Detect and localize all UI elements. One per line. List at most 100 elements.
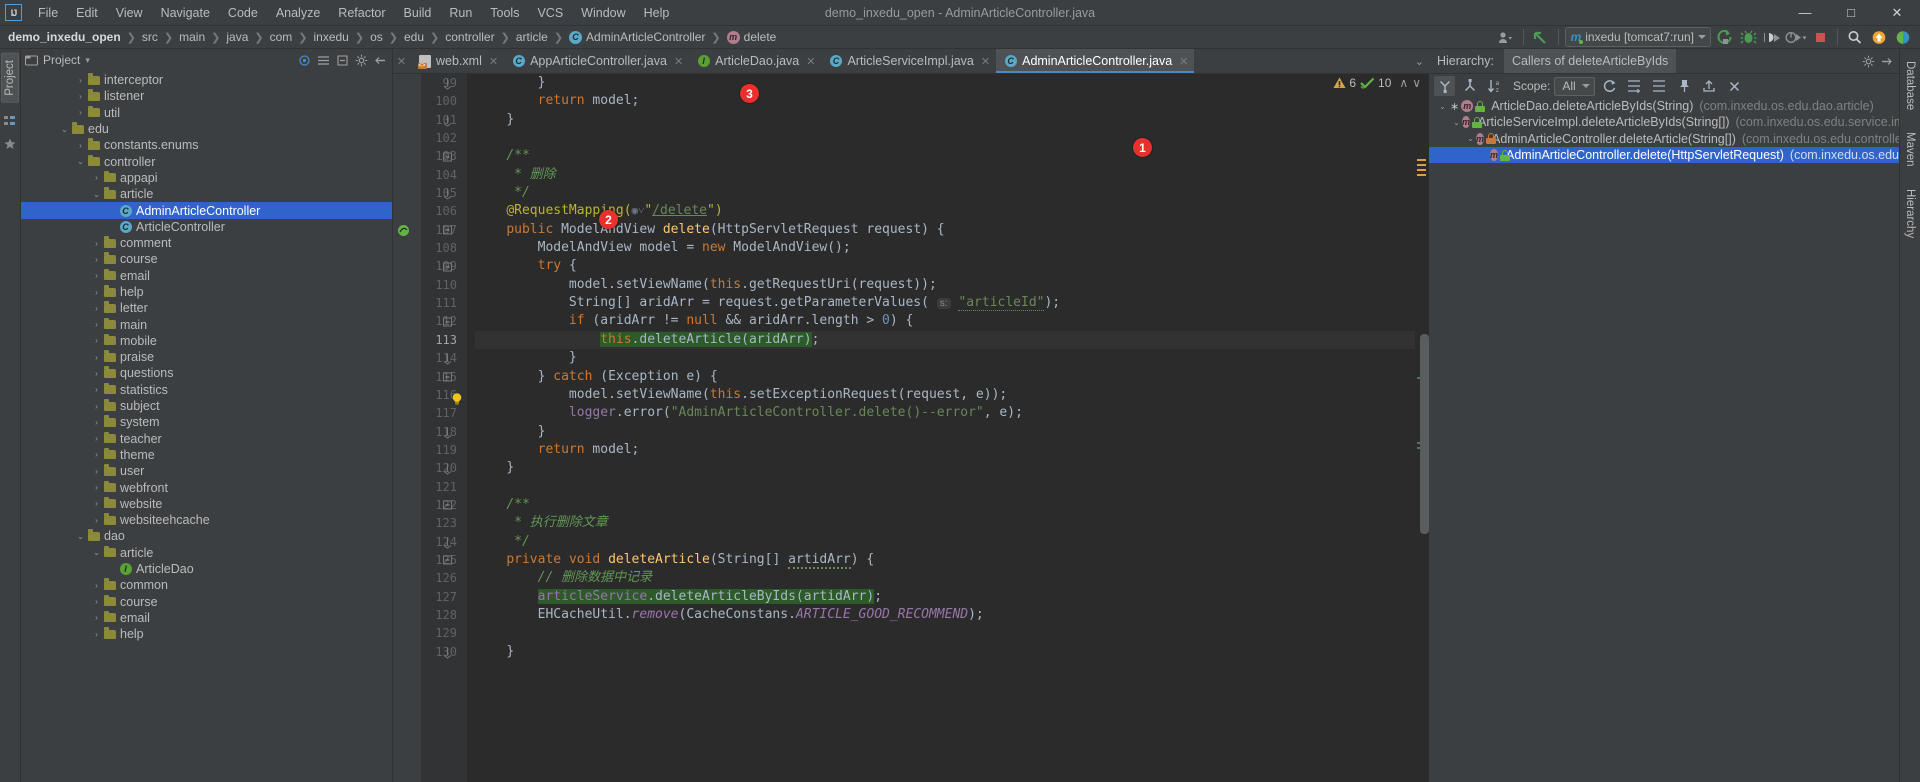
menu-tools[interactable]: Tools [481, 3, 528, 23]
tree-expander-icon[interactable]: › [91, 369, 102, 378]
fold-expanded-icon[interactable] [443, 225, 452, 235]
menu-navigate[interactable]: Navigate [152, 3, 219, 23]
hierarchy-tree-row[interactable]: ⌄ m ArticleServiceImpl.deleteArticleByIds(… [1429, 114, 1899, 130]
tree-expander-icon[interactable]: › [91, 402, 102, 411]
menu-window[interactable]: Window [572, 3, 634, 23]
collapse-all-icon[interactable] [315, 52, 331, 68]
fold-expanded-icon[interactable] [443, 500, 452, 510]
project-tree-row[interactable]: › help [21, 284, 392, 300]
project-tree-row[interactable]: ⌄ edu [21, 121, 392, 137]
fold-end-icon[interactable] [443, 115, 452, 127]
breadcrumb-os[interactable]: os [370, 30, 383, 44]
project-tree-row[interactable]: › course [21, 251, 392, 267]
tree-expander-icon[interactable]: ⌄ [91, 190, 102, 199]
pin-icon[interactable] [1674, 76, 1695, 96]
stop-icon[interactable] [1809, 27, 1831, 47]
sidebar-item-maven[interactable]: Maven [1902, 126, 1918, 173]
tree-expander-icon[interactable]: › [75, 76, 86, 85]
project-tree[interactable]: › interceptor › listener › util ⌄ edu › constants… [21, 71, 392, 782]
breadcrumb-project[interactable]: demo_inxedu_open [8, 30, 121, 44]
tab-web-xml[interactable]: web.xml ✕ [410, 49, 504, 73]
hide-icon[interactable] [1878, 53, 1894, 69]
fold-expanded-icon[interactable] [443, 555, 452, 565]
callees-hierarchy-icon[interactable] [1459, 76, 1480, 96]
refresh-icon[interactable] [1599, 76, 1620, 96]
tree-expander-icon[interactable]: ⌄ [1437, 102, 1448, 111]
breadcrumb-com[interactable]: com [270, 30, 293, 44]
settings-icon[interactable] [353, 52, 369, 68]
export-icon[interactable] [1699, 76, 1720, 96]
tab-article-dao[interactable]: I ArticleDao.java ✕ [689, 49, 821, 73]
project-tree-row[interactable]: › system [21, 414, 392, 430]
scope-selector[interactable]: All [1554, 76, 1595, 96]
run-icon[interactable] [1713, 27, 1735, 47]
close-icon[interactable] [1724, 76, 1745, 96]
menu-vcs[interactable]: VCS [528, 3, 572, 23]
project-tree-row[interactable]: › teacher [21, 431, 392, 447]
ok-count-badge[interactable]: 10 [1360, 76, 1391, 90]
tree-expander-icon[interactable]: › [91, 288, 102, 297]
close-icon[interactable]: ✕ [489, 55, 498, 68]
close-icon[interactable]: ✕ [806, 55, 815, 68]
intention-bulb-icon[interactable] [451, 392, 463, 409]
vertical-scrollbar-thumb[interactable] [1420, 334, 1429, 534]
breadcrumb-article[interactable]: article [516, 30, 548, 44]
favorites-icon[interactable] [4, 138, 16, 153]
breadcrumb-inxedu[interactable]: inxedu [313, 30, 348, 44]
tree-expander-icon[interactable]: › [75, 108, 86, 117]
menu-run[interactable]: Run [440, 3, 481, 23]
chevron-down-icon[interactable]: ▾ [85, 55, 90, 66]
tab-app-article-controller[interactable]: C AppArticleController.java ✕ [504, 49, 689, 73]
tree-expander-icon[interactable]: › [91, 597, 102, 606]
tab-overflow-button[interactable]: ⌄ [1415, 49, 1429, 73]
tab-close-left-icon[interactable]: ✕ [393, 49, 410, 73]
user-dropdown-icon[interactable] [1495, 27, 1517, 47]
error-stripe-markers[interactable] [1415, 74, 1429, 782]
project-tree-row[interactable]: › mobile [21, 333, 392, 349]
project-tree-row[interactable]: › main [21, 316, 392, 332]
project-tree-row[interactable]: › course [21, 594, 392, 610]
project-tree-row[interactable]: › appapi [21, 170, 392, 186]
tree-expander-icon[interactable]: › [91, 499, 102, 508]
tree-expander-icon[interactable]: › [75, 92, 86, 101]
hierarchy-tree-row[interactable]: ⌄ m AdminArticleController.deleteArticle(S… [1429, 131, 1899, 147]
breadcrumb-main[interactable]: main [179, 30, 205, 44]
close-icon[interactable]: ✕ [981, 55, 990, 68]
tree-expander-icon[interactable]: › [75, 141, 86, 150]
code-editor[interactable]: 6 10 ∧ ∨ 99 100 101 102 103 104 105 106 107 108 10… [393, 74, 1429, 782]
menu-build[interactable]: Build [395, 3, 441, 23]
project-tree-row[interactable]: › comment [21, 235, 392, 251]
search-icon[interactable] [1844, 27, 1866, 47]
tab-admin-article-controller[interactable]: C AdminArticleController.java ✕ [996, 49, 1195, 73]
tree-expander-icon[interactable]: ⌄ [91, 548, 102, 557]
warning-count-badge[interactable]: 6 [1333, 76, 1356, 90]
fold-expanded-icon[interactable] [443, 262, 452, 272]
tree-expander-icon[interactable]: ⌄ [1465, 134, 1476, 143]
breadcrumb-method[interactable]: m delete [726, 30, 776, 44]
project-tree-row[interactable]: ⌄ dao [21, 528, 392, 544]
debug-icon[interactable] [1737, 27, 1759, 47]
tree-expander-icon[interactable]: › [91, 320, 102, 329]
fold-expanded-icon[interactable] [443, 152, 452, 162]
collapse-all-icon[interactable] [1649, 76, 1670, 96]
project-tree-row[interactable]: › webfront [21, 479, 392, 495]
breadcrumb-java[interactable]: java [226, 30, 248, 44]
settings-icon[interactable] [1860, 53, 1876, 69]
tree-expander-icon[interactable]: ⌄ [1451, 118, 1462, 127]
menu-code[interactable]: Code [219, 3, 267, 23]
tree-expander-icon[interactable]: › [91, 353, 102, 362]
structure-icon[interactable] [4, 115, 16, 130]
project-tree-row[interactable]: › questions [21, 365, 392, 381]
tree-expander-icon[interactable]: › [91, 173, 102, 182]
tree-expander-icon[interactable]: › [91, 581, 102, 590]
undo-icon[interactable] [1530, 27, 1552, 47]
menu-refactor[interactable]: Refactor [329, 3, 394, 23]
project-tree-row[interactable]: › websiteehcache [21, 512, 392, 528]
breadcrumb-src[interactable]: src [142, 30, 158, 44]
menu-help[interactable]: Help [635, 3, 679, 23]
project-tree-row[interactable]: › help [21, 626, 392, 642]
update-project-icon[interactable] [1868, 27, 1890, 47]
fold-expanded-icon[interactable] [443, 317, 452, 327]
fold-expanded-icon[interactable] [443, 372, 452, 382]
breadcrumb-controller[interactable]: controller [445, 30, 494, 44]
